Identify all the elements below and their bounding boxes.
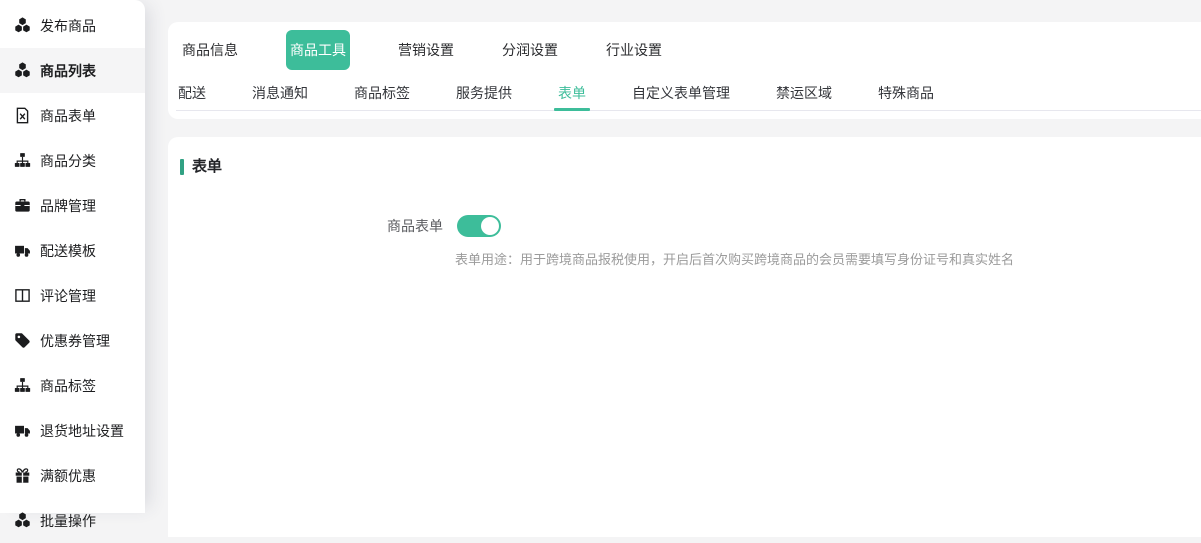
gift-icon — [14, 467, 31, 484]
sidebar-item-label: 发布商品 — [40, 16, 96, 36]
columns-icon — [14, 287, 31, 304]
form-help-text: 表单用途：用于跨境商品报税使用，开启后首次购买跨境商品的会员需要填写身份证号和真… — [455, 249, 1201, 268]
sidebar-item-goods-list[interactable]: 商品列表 — [0, 48, 145, 93]
tag-icon — [14, 332, 31, 349]
main-area: 商品信息商品工具营销设置分润设置行业设置 配送消息通知商品标签服务提供表单自定义… — [168, 0, 1201, 537]
sidebar-item-coupon-manage[interactable]: 优惠券管理 — [0, 318, 145, 363]
sidebar-item-label: 商品表单 — [40, 106, 96, 126]
cubes-icon — [14, 17, 31, 34]
sidebar-item-return-address[interactable]: 退货地址设置 — [0, 408, 145, 453]
sidebar-item-goods-tag[interactable]: 商品标签 — [0, 363, 145, 408]
goods-form-row: 商品表单 — [180, 215, 1201, 237]
tab-industry-settings[interactable]: 行业设置 — [606, 42, 662, 58]
section-title: 表单 — [192, 158, 222, 176]
subtab-delivery[interactable]: 配送 — [176, 83, 208, 103]
sidebar-item-batch-operate[interactable]: 批量操作 — [0, 498, 145, 543]
sidebar-item-delivery-template[interactable]: 配送模板 — [0, 228, 145, 273]
tabs-card: 商品信息 商品工具 营销设置 分润设置 行业设置 配送 消息通知 商品标签 服务提供 表单 自定义… — [168, 22, 1201, 119]
sidebar-item-label: 评论管理 — [40, 286, 96, 306]
goods-form-label: 商品表单 — [180, 216, 443, 236]
sidebar-item-publish-goods[interactable]: 发布商品 — [0, 3, 145, 48]
sidebar-item-comment-manage[interactable]: 评论管理 — [0, 273, 145, 318]
sub-tabs: 配送 消息通知 商品标签 服务提供 表单 自定义表单管理 禁运区域 特殊商品 — [176, 78, 1201, 111]
sidebar-menu: 发布商品商品列表商品表单商品分类品牌管理配送模板评论管理优惠券管理商品标签退货地… — [0, 3, 145, 543]
sitemap-icon — [14, 152, 31, 169]
main-tabs: 商品信息 商品工具 营销设置 分润设置 行业设置 — [168, 22, 1201, 78]
sidebar-item-label: 批量操作 — [40, 511, 96, 531]
subtab-goods-label[interactable]: 商品标签 — [352, 83, 412, 103]
cubes-icon — [14, 62, 31, 79]
briefcase-icon — [14, 197, 31, 214]
tab-goods-info[interactable]: 商品信息 — [182, 42, 238, 58]
subtab-message-notify[interactable]: 消息通知 — [250, 83, 310, 103]
sidebar-item-label: 商品分类 — [40, 151, 96, 171]
sidebar-item-label: 优惠券管理 — [40, 331, 110, 351]
truck-icon — [14, 422, 31, 439]
sidebar-item-label: 商品列表 — [40, 61, 96, 81]
truck-icon — [14, 242, 31, 259]
sitemap-icon — [14, 377, 31, 394]
tab-profit-settings[interactable]: 分润设置 — [502, 42, 558, 58]
sidebar-item-full-discount[interactable]: 满额优惠 — [0, 453, 145, 498]
cubes-icon — [14, 512, 31, 529]
sidebar-item-goods-category[interactable]: 商品分类 — [0, 138, 145, 183]
sidebar-item-label: 退货地址设置 — [40, 421, 124, 441]
file-excel-icon — [14, 107, 31, 124]
sidebar: 发布商品商品列表商品表单商品分类品牌管理配送模板评论管理优惠券管理商品标签退货地… — [0, 0, 145, 513]
sidebar-item-label: 满额优惠 — [40, 466, 96, 486]
goods-form-toggle[interactable] — [457, 215, 501, 237]
section-header: 表单 — [180, 158, 1201, 176]
tab-marketing-settings[interactable]: 营销设置 — [398, 42, 454, 58]
subtab-service-provide[interactable]: 服务提供 — [454, 83, 514, 103]
sidebar-item-goods-form[interactable]: 商品表单 — [0, 93, 145, 138]
subtab-custom-form-manage[interactable]: 自定义表单管理 — [630, 83, 732, 103]
sidebar-item-label: 配送模板 — [40, 241, 96, 261]
sidebar-item-brand-manage[interactable]: 品牌管理 — [0, 183, 145, 228]
content-card: 表单 商品表单 表单用途：用于跨境商品报税使用，开启后首次购买跨境商品的会员需要… — [168, 137, 1201, 537]
subtab-embargo-area[interactable]: 禁运区域 — [774, 83, 834, 103]
section-accent-bar — [180, 159, 184, 175]
toggle-knob — [481, 217, 499, 235]
tab-goods-tools[interactable]: 商品工具 — [286, 30, 350, 70]
sidebar-item-label: 商品标签 — [40, 376, 96, 396]
subtab-special-goods[interactable]: 特殊商品 — [876, 83, 936, 103]
subtab-form[interactable]: 表单 — [556, 83, 588, 103]
sidebar-item-label: 品牌管理 — [40, 196, 96, 216]
